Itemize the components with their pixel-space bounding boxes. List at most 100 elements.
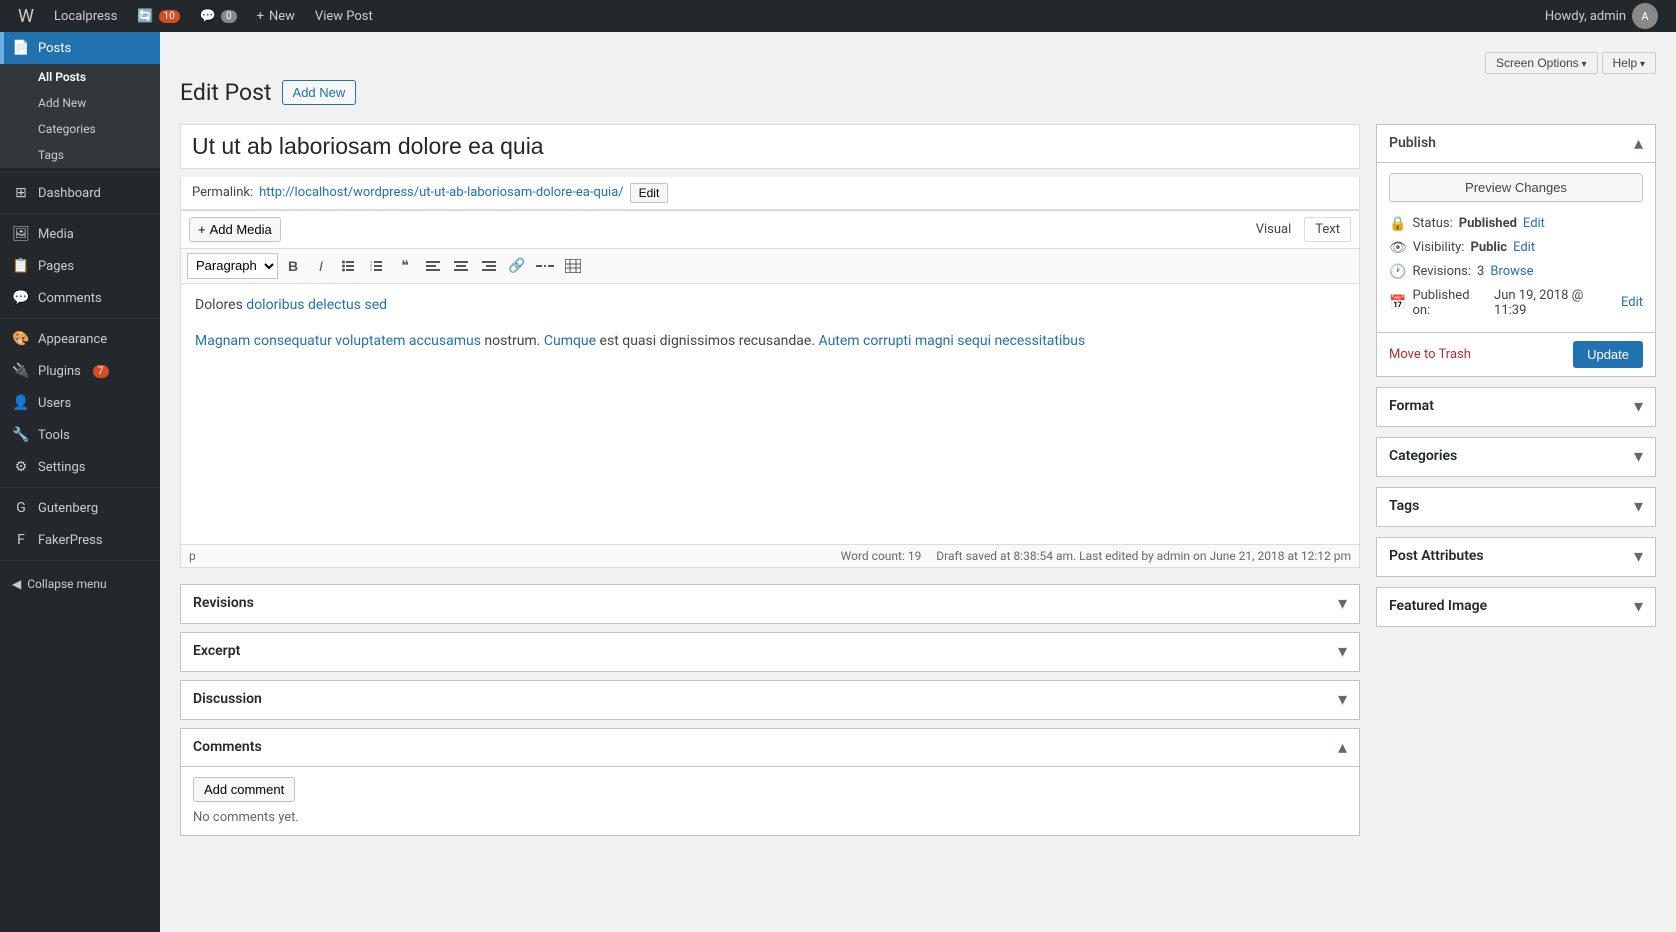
content-link-cumque[interactable]: Cumque	[544, 333, 596, 349]
sidebar-item-dashboard[interactable]: ⊞ Dashboard	[0, 177, 160, 209]
comments-toggle-icon: ▴	[1338, 737, 1347, 758]
publish-toggle-icon[interactable]: ▴	[1634, 133, 1643, 154]
submenu-add-new[interactable]: Add New	[0, 90, 160, 116]
tab-visual[interactable]: Visual	[1245, 217, 1303, 242]
admin-bar: W Localpress 🔄 10 💬 0 + New View Post Ho…	[0, 0, 1676, 32]
comments-item[interactable]: 💬 0	[190, 0, 247, 32]
publish-header: Publish ▴	[1377, 125, 1655, 163]
sidebar-item-posts[interactable]: 📄 Posts	[0, 32, 160, 64]
featured-image-metabox: Featured Image ▾	[1376, 587, 1656, 627]
ordered-list-button[interactable]: 123	[364, 253, 390, 279]
post-title-input[interactable]	[180, 124, 1360, 169]
word-count-label: Word count:	[841, 549, 905, 563]
dashboard-icon: ⊞	[12, 185, 30, 201]
tags-title: Tags	[1389, 498, 1419, 514]
revisions-metabox: Revisions ▾	[180, 584, 1360, 624]
comments-header[interactable]: Comments ▴	[181, 729, 1359, 767]
move-to-trash-link[interactable]: Move to Trash	[1389, 347, 1471, 362]
published-row: 📅 Published on: Jun 19, 2018 @ 11:39 Edi…	[1389, 284, 1643, 322]
new-content-item[interactable]: + New	[247, 0, 305, 32]
collapse-icon: ◀	[12, 577, 21, 591]
wp-logo-item[interactable]: W	[8, 0, 44, 32]
editor-tools: + Add Media Visual Text	[180, 210, 1360, 248]
sidebar-item-comments[interactable]: 💬 Comments	[0, 282, 160, 314]
collapse-menu-button[interactable]: ◀ Collapse menu	[0, 569, 160, 599]
visibility-value: Public	[1470, 240, 1507, 255]
unordered-list-button[interactable]	[336, 253, 362, 279]
help-button[interactable]: Help	[1602, 52, 1657, 74]
site-name-item[interactable]: Localpress	[44, 0, 127, 32]
paragraph-select[interactable]: Paragraph	[187, 253, 278, 279]
table-button[interactable]	[560, 253, 586, 279]
featured-image-header[interactable]: Featured Image ▾	[1377, 588, 1655, 626]
sidebar-item-settings[interactable]: ⚙ Settings	[0, 451, 160, 483]
content-link-1[interactable]: doloribus delectus sed	[246, 297, 387, 313]
revisions-header[interactable]: Revisions ▾	[181, 585, 1359, 623]
submenu-categories[interactable]: Categories	[0, 116, 160, 142]
revisions-label: Revisions:	[1412, 264, 1471, 279]
sidebar-item-tools[interactable]: 🔧 Tools	[0, 419, 160, 451]
publish-metabox: Publish ▴ Preview Changes 🔒 Status: Publ…	[1376, 124, 1656, 377]
howdy-item[interactable]: Howdy, admin A	[1535, 0, 1668, 32]
sidebar-users-label: Users	[38, 396, 71, 411]
content-link-3[interactable]: Autem corrupti magni sequi necessitatibu…	[819, 333, 1086, 349]
tab-text[interactable]: Text	[1304, 217, 1351, 242]
italic-button[interactable]: I	[308, 253, 334, 279]
published-edit-link[interactable]: Edit	[1621, 295, 1643, 310]
editor-toolbar: Paragraph B I 123 ❝	[181, 249, 1359, 284]
updates-item[interactable]: 🔄 10	[127, 0, 189, 32]
wp-logo-icon: W	[18, 6, 34, 27]
format-header[interactable]: Format ▾	[1377, 388, 1655, 426]
more-button[interactable]	[532, 253, 558, 279]
right-sidebar: Publish ▴ Preview Changes 🔒 Status: Publ…	[1376, 124, 1656, 637]
add-media-button[interactable]: + Add Media	[189, 217, 281, 242]
plugins-icon: 🔌	[12, 363, 30, 379]
permalink-url[interactable]: http://localhost/wordpress/ut-ut-ab-labo…	[259, 185, 623, 200]
sidebar-item-pages[interactable]: 📋 Pages	[0, 250, 160, 282]
add-comment-button[interactable]: Add comment	[193, 777, 295, 802]
categories-header[interactable]: Categories ▾	[1377, 438, 1655, 476]
status-row: 🔒 Status: Published Edit	[1389, 212, 1643, 236]
sidebar-item-media[interactable]: 🖼 Media	[0, 218, 160, 250]
link-button[interactable]: 🔗	[504, 253, 530, 279]
plugins-badge: 7	[93, 365, 109, 378]
categories-toggle-icon: ▾	[1634, 446, 1643, 467]
post-body: Permalink: http://localhost/wordpress/ut…	[180, 124, 1656, 844]
view-post-label: View Post	[315, 9, 373, 24]
add-new-button[interactable]: Add New	[282, 80, 357, 105]
blockquote-button[interactable]: ❝	[392, 253, 418, 279]
sidebar-item-gutenberg[interactable]: G Gutenberg	[0, 492, 160, 524]
submenu-tags[interactable]: Tags	[0, 142, 160, 168]
sidebar-item-users[interactable]: 👤 Users	[0, 387, 160, 419]
published-date: Jun 19, 2018 @ 11:39	[1494, 288, 1615, 318]
editor-content[interactable]: Dolores doloribus delectus sed Magnam co…	[181, 284, 1359, 544]
format-toggle-icon: ▾	[1634, 396, 1643, 417]
align-center-button[interactable]	[448, 253, 474, 279]
update-button[interactable]: Update	[1573, 341, 1643, 368]
post-attributes-header[interactable]: Post Attributes ▾	[1377, 538, 1655, 576]
settings-icon: ⚙	[12, 459, 30, 475]
sidebar-item-appearance[interactable]: 🎨 Appearance	[0, 323, 160, 355]
screen-options-button[interactable]: Screen Options	[1485, 52, 1598, 74]
permalink-edit-button[interactable]: Edit	[630, 183, 669, 203]
publish-title: Publish	[1389, 135, 1436, 151]
visibility-edit-link[interactable]: Edit	[1513, 240, 1535, 255]
bold-button[interactable]: B	[280, 253, 306, 279]
revisions-title: Revisions	[193, 595, 254, 611]
submenu-all-posts[interactable]: All Posts	[0, 64, 160, 90]
comments-icon: 💬	[12, 290, 30, 306]
revisions-browse-link[interactable]: Browse	[1490, 264, 1533, 279]
preview-changes-button[interactable]: Preview Changes	[1389, 173, 1643, 202]
excerpt-header[interactable]: Excerpt ▾	[181, 633, 1359, 671]
calendar-icon: 📅	[1389, 295, 1406, 311]
discussion-header[interactable]: Discussion ▾	[181, 681, 1359, 719]
editor-status-bar: Word count: 19 Draft saved at 8:38:54 am…	[841, 549, 1351, 563]
sidebar-item-fakerpress[interactable]: F FakerPress	[0, 524, 160, 556]
content-link-2[interactable]: Magnam consequatur voluptatem accusamus	[195, 333, 481, 349]
align-right-button[interactable]	[476, 253, 502, 279]
align-left-button[interactable]	[420, 253, 446, 279]
tags-header[interactable]: Tags ▾	[1377, 488, 1655, 526]
sidebar-item-plugins[interactable]: 🔌 Plugins 7	[0, 355, 160, 387]
status-edit-link[interactable]: Edit	[1523, 216, 1545, 231]
view-post-item[interactable]: View Post	[305, 0, 383, 32]
